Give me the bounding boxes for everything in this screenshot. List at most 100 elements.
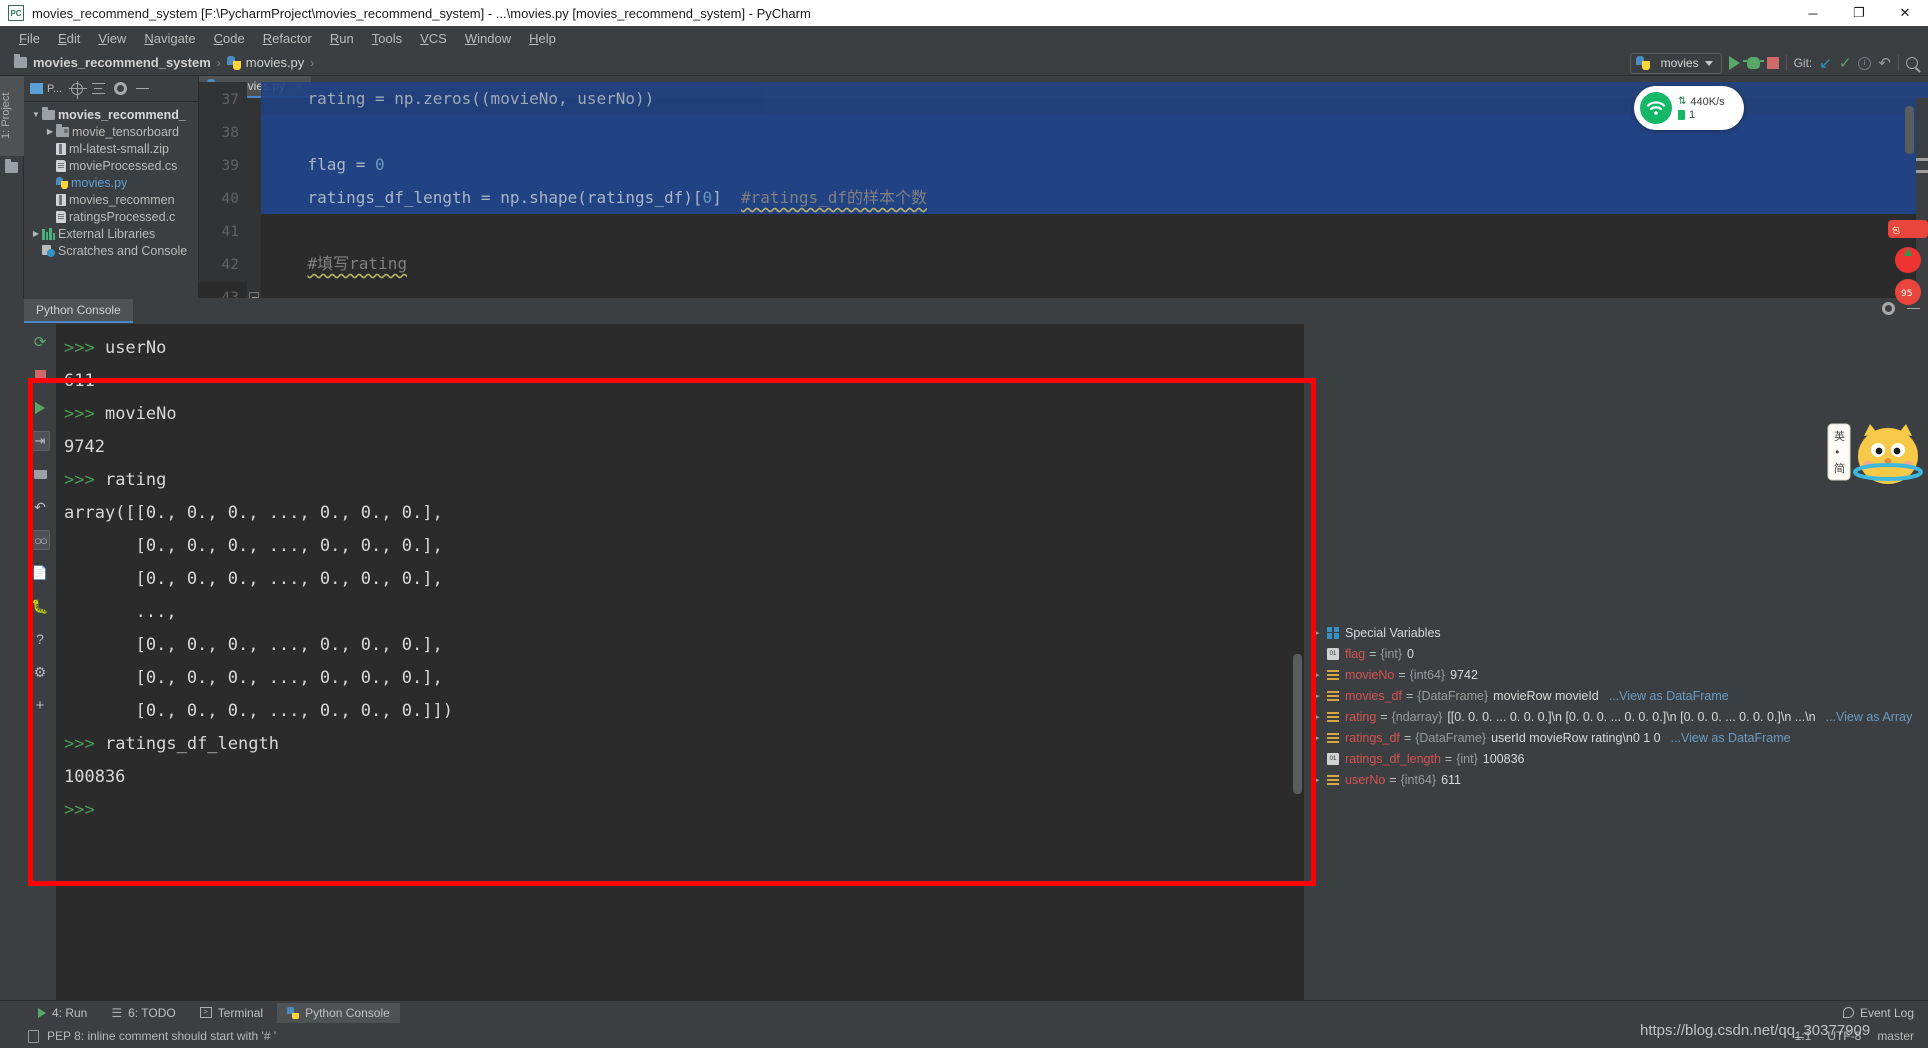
menu-item-edit[interactable]: Edit: [49, 29, 89, 48]
variable-row[interactable]: ▸ movieNo = {int64} 9742: [1310, 664, 1928, 685]
git-branch[interactable]: master: [1877, 1029, 1914, 1043]
minimize-button[interactable]: ─: [1790, 0, 1836, 26]
bottom-tab-terminal[interactable]: > Terminal: [190, 1003, 273, 1023]
variable-row[interactable]: ▸ ratings_df = {DataFrame} userId movieRow …: [1310, 727, 1928, 748]
console-output[interactable]: >>> userNo 611 >>> movieNo 9742 >>> rating ar…: [56, 324, 1304, 1022]
menu-item-file[interactable]: File: [10, 29, 49, 48]
twisty-icon[interactable]: ▸: [1316, 629, 1327, 637]
execute-icon[interactable]: [30, 398, 50, 418]
variable-row[interactable]: ▸ rating = {ndarray} [[0. 0. 0. ... 0. 0. 0.…: [1310, 706, 1928, 727]
debug-button[interactable]: [1742, 57, 1764, 69]
editor-scrollbar[interactable]: [1905, 106, 1914, 154]
twisty-icon[interactable]: ▸: [1316, 776, 1327, 784]
menu-item-help[interactable]: Help: [520, 29, 565, 48]
vcs-rollback-icon[interactable]: ↶: [1878, 54, 1891, 72]
target-icon[interactable]: [69, 80, 88, 99]
menu-item-code[interactable]: Code: [205, 29, 254, 48]
console-tab-label[interactable]: Python Console: [24, 299, 133, 323]
print-icon[interactable]: [30, 464, 50, 484]
console-vscrollbar[interactable]: [1293, 654, 1302, 794]
tree-node[interactable]: ml-latest-small.zip: [26, 140, 198, 157]
vcs-history-icon[interactable]: [1858, 56, 1872, 70]
vcs-update-icon[interactable]: ↙: [1819, 56, 1832, 71]
menu-item-view[interactable]: View: [89, 29, 135, 48]
rerun-icon[interactable]: ⟳: [30, 332, 50, 352]
code-line[interactable]: #填写rating: [261, 247, 1928, 280]
maximize-button[interactable]: ❐: [1836, 0, 1882, 26]
run-config-name: movies: [1660, 56, 1699, 70]
python-file-icon: [56, 176, 68, 189]
hide-panel-icon[interactable]: [136, 87, 150, 90]
debug-console-icon[interactable]: 🐛: [30, 596, 50, 616]
variable-view-link[interactable]: ...View as Array: [1826, 710, 1913, 724]
tree-node[interactable]: Scratches and Console: [26, 242, 198, 259]
bottom-tab-4-run[interactable]: 4: Run: [28, 1003, 97, 1023]
twisty-icon[interactable]: ▸: [1316, 734, 1327, 742]
tree-node[interactable]: movies_recommen: [26, 191, 198, 208]
settings-icon[interactable]: ⚙: [30, 662, 50, 682]
vcs-commit-icon[interactable]: ✓: [1839, 56, 1852, 71]
show-history-icon[interactable]: 📄: [30, 563, 50, 583]
bottom-tab-python-console[interactable]: Python Console: [277, 1002, 400, 1023]
close-button[interactable]: ✕: [1882, 0, 1928, 26]
twisty-icon[interactable]: ▶: [30, 229, 42, 238]
run-configuration-selector[interactable]: movies: [1629, 52, 1722, 74]
project-tree: ▼ movies_recommend_ ▶ movie_tensorboard ml-l…: [24, 102, 198, 259]
breadcrumb-project[interactable]: movies_recommend_system: [33, 55, 211, 70]
twisty-icon[interactable]: ▸: [1316, 713, 1327, 721]
stop-icon[interactable]: [30, 365, 50, 385]
tree-node-label: movie_tensorboard: [72, 124, 180, 139]
twisty-icon[interactable]: ▼: [30, 110, 42, 119]
twisty-icon[interactable]: ▸: [1316, 671, 1327, 679]
tree-node[interactable]: ratingsProcessed.c: [26, 208, 198, 225]
fold-gutter[interactable]: [247, 98, 261, 332]
menu-item-window[interactable]: Window: [456, 29, 520, 48]
stop-button[interactable]: [1766, 57, 1779, 69]
tree-node[interactable]: ▼ movies_recommend_: [26, 106, 198, 123]
search-icon[interactable]: [1906, 57, 1918, 69]
console-output-line: 611: [64, 371, 95, 391]
twisty-icon[interactable]: ▶: [44, 127, 56, 136]
tree-node[interactable]: movieProcessed.cs: [26, 157, 198, 174]
tree-node[interactable]: ▶ movie_tensorboard: [26, 123, 198, 140]
run-button[interactable]: [1728, 56, 1740, 70]
variable-row[interactable]: ▸ movies_df = {DataFrame} movieRow movieId.…: [1310, 685, 1928, 706]
tree-node[interactable]: movies.py: [26, 174, 198, 191]
watermark-text: https://blog.csdn.net/qq_30377909: [1640, 1022, 1871, 1039]
code-line[interactable]: flag = 0: [261, 148, 1928, 181]
event-log-icon: [1842, 1007, 1854, 1018]
project-view-icon[interactable]: P...: [30, 83, 62, 95]
code-comment: #填写rating: [307, 254, 407, 273]
settings-gear-icon[interactable]: [114, 82, 128, 95]
variable-view-link[interactable]: ...View as DataFrame: [1609, 689, 1729, 703]
menu-item-run[interactable]: Run: [321, 29, 363, 48]
breadcrumb-file[interactable]: movies.py: [246, 55, 305, 70]
promo-banner[interactable]: 包 95: [1888, 220, 1928, 310]
tree-node[interactable]: ▶ External Libraries: [26, 225, 198, 242]
variable-row[interactable]: ▸ userNo = {int64} 611: [1310, 769, 1928, 790]
variable-row[interactable]: 01 ratings_df_length = {int} 100836: [1310, 748, 1928, 769]
use-existing-console-icon[interactable]: ○○: [30, 530, 50, 550]
bottom-tab-6-todo[interactable]: ☰ 6: TODO: [101, 1003, 185, 1023]
menu-item-navigate[interactable]: Navigate: [135, 29, 204, 48]
sidebar-item-project[interactable]: 1: Project: [0, 76, 24, 156]
tree-node-label: External Libraries: [58, 226, 156, 241]
variable-view-link[interactable]: ...View as DataFrame: [1671, 731, 1791, 745]
code-line[interactable]: for index, row in ratings_df.iterrows():: [261, 280, 1928, 282]
run-config-python-icon: [1635, 56, 1650, 70]
menu-item-vcs[interactable]: VCS: [411, 29, 456, 48]
soft-wrap-icon[interactable]: ↶: [30, 497, 50, 517]
help-icon[interactable]: ?: [30, 629, 50, 649]
attach-console-icon[interactable]: ⇥: [30, 431, 50, 451]
variable-row[interactable]: 01 flag = {int} 0: [1310, 643, 1928, 664]
code-line[interactable]: ratings_df_length = np.shape(ratings_df)…: [261, 181, 1928, 214]
menu-item-tools[interactable]: Tools: [363, 29, 411, 48]
add-icon[interactable]: +: [30, 695, 50, 715]
code-line[interactable]: [261, 214, 1928, 247]
console-toolbar: ⟳ ⇥ ↶ ○○ 📄 🐛? ⚙ +: [24, 324, 56, 1022]
menu-item-refactor[interactable]: Refactor: [254, 29, 321, 48]
event-log-button[interactable]: Event Log: [1842, 1006, 1914, 1020]
network-speed-widget[interactable]: ⇅ 440K/s 1: [1634, 86, 1744, 130]
collapse-all-icon[interactable]: [92, 82, 106, 95]
twisty-icon[interactable]: ▸: [1316, 692, 1327, 700]
